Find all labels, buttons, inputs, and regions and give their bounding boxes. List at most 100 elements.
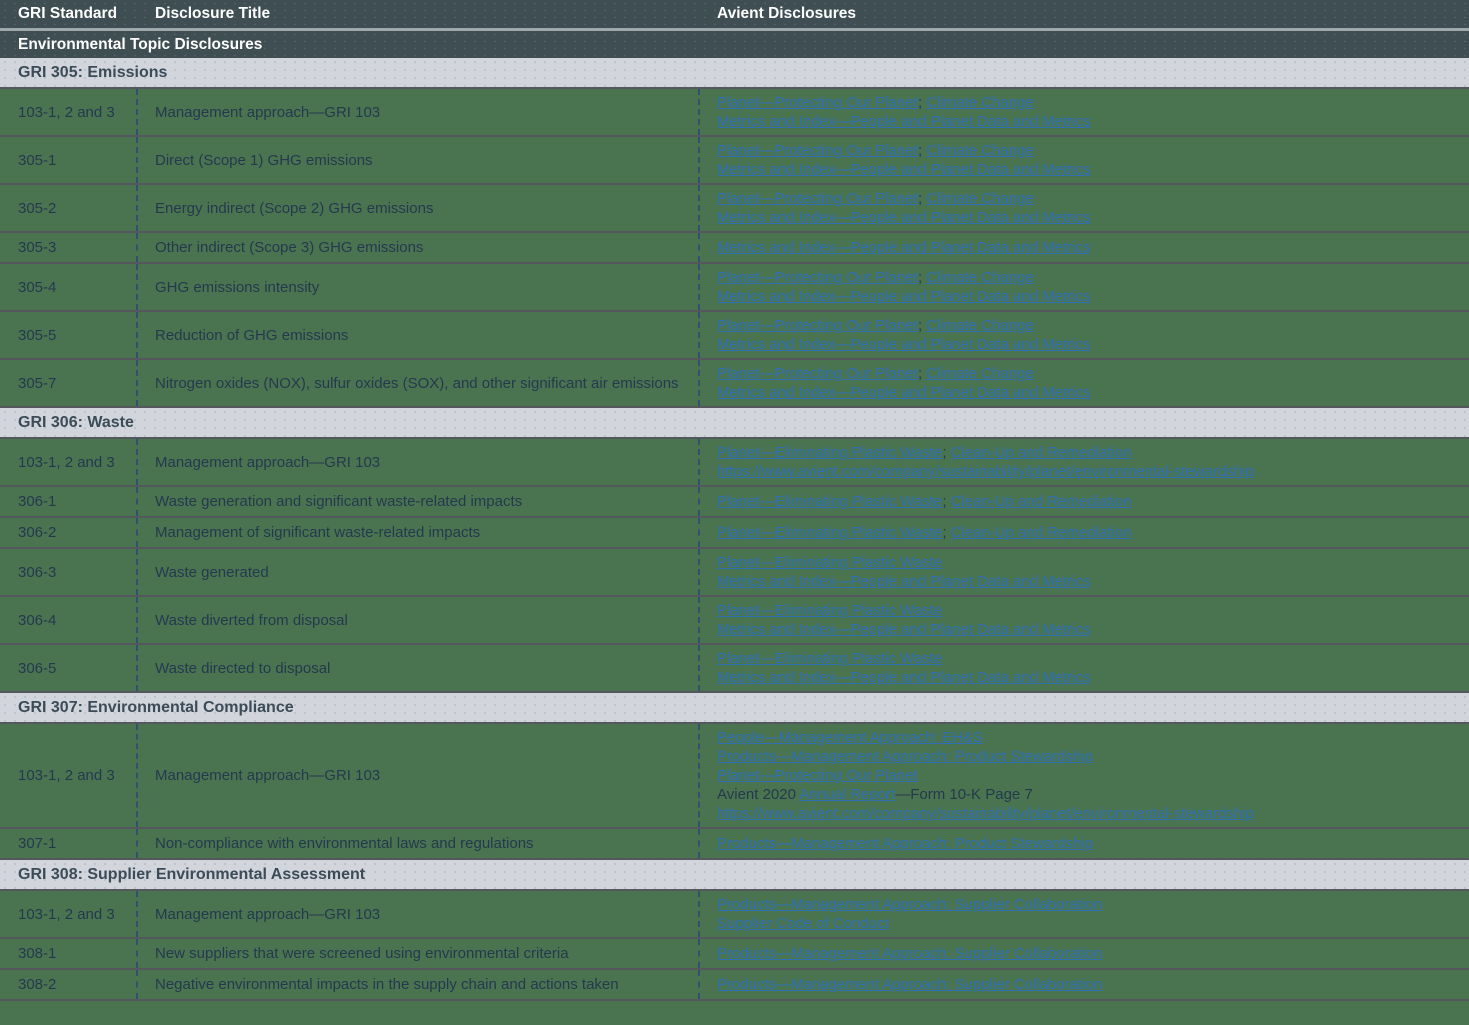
- gri-standard-value: 306-2: [18, 523, 126, 542]
- disclosure-line: Products—Management Approach: Supplier C…: [717, 895, 1459, 914]
- table-row: 305-7Nitrogen oxides (NOX), sulfur oxide…: [0, 360, 1469, 408]
- disclosure-link[interactable]: Planet—Protecting Our Planet: [717, 269, 918, 286]
- disclosure-line: Products—Management Approach: Supplier C…: [717, 975, 1459, 994]
- disclosure-link[interactable]: Climate Change: [926, 142, 1034, 159]
- disclosure-link[interactable]: Products—Management Approach: Supplier C…: [717, 896, 1102, 913]
- disclosure-line: People—Management Approach: EH&S: [717, 728, 1459, 747]
- disclosure-link[interactable]: Metrics and Index—People and Planet Data…: [717, 336, 1091, 353]
- disclosure-link[interactable]: Supplier Code of Conduct: [717, 915, 889, 932]
- gri-standard-value: 306-1: [18, 492, 126, 511]
- disclosure-link[interactable]: Planet—Protecting Our Planet: [717, 767, 918, 784]
- avient-disclosures-cell: Products—Management Approach: Product St…: [700, 829, 1469, 858]
- disclosure-title-cell: Management approach—GRI 103: [138, 439, 700, 485]
- disclosure-link[interactable]: Climate Change: [926, 365, 1034, 382]
- gri-standard-cell: 103-1, 2 and 3: [0, 89, 138, 135]
- disclosure-link[interactable]: Climate Change: [926, 269, 1034, 286]
- disclosure-link[interactable]: Metrics and Index—People and Planet Data…: [717, 113, 1091, 130]
- gri-standard-cell: 306-2: [0, 518, 138, 547]
- disclosure-link[interactable]: Planet—Eliminating Plastic Waste: [717, 602, 942, 619]
- disclosure-link[interactable]: Climate Change: [926, 94, 1034, 111]
- disclosure-link[interactable]: Climate Change: [926, 317, 1034, 334]
- disclosure-line: Metrics and Index—People and Planet Data…: [717, 208, 1459, 227]
- disclosure-link[interactable]: Planet—Eliminating Plastic Waste: [717, 650, 942, 667]
- disclosure-link[interactable]: Metrics and Index—People and Planet Data…: [717, 621, 1091, 638]
- disclosure-link[interactable]: Annual Report: [799, 786, 895, 803]
- disclosure-text: ;: [942, 493, 950, 510]
- avient-disclosures-cell: Planet—Eliminating Plastic Waste; Clean-…: [700, 518, 1469, 547]
- disclosure-link[interactable]: Planet—Protecting Our Planet: [717, 142, 918, 159]
- disclosure-link[interactable]: Planet—Protecting Our Planet: [717, 365, 918, 382]
- disclosure-line: Metrics and Index—People and Planet Data…: [717, 383, 1459, 402]
- disclosure-link[interactable]: Clean-Up and Remediation: [951, 444, 1132, 461]
- disclosure-link[interactable]: Planet—Eliminating Plastic Waste: [717, 554, 942, 571]
- avient-disclosures-cell: Planet—Eliminating Plastic Waste Metrics …: [700, 549, 1469, 595]
- disclosure-link[interactable]: Products—Management Approach: Product St…: [717, 835, 1093, 852]
- disclosure-link[interactable]: Products—Management Approach: Supplier C…: [717, 976, 1102, 993]
- disclosure-title-cell: Waste generated: [138, 549, 700, 595]
- disclosure-link[interactable]: Products—Management Approach: Product St…: [717, 748, 1093, 765]
- disclosure-link[interactable]: People—Management Approach: EH&S: [717, 729, 983, 746]
- disclosure-line: Metrics and Index—People and Planet Data…: [717, 287, 1459, 306]
- section-header-label: GRI 308: Supplier Environmental Assessme…: [18, 866, 365, 884]
- table-row: 103-1, 2 and 3 Management approach—GRI 10…: [0, 439, 1469, 487]
- avient-disclosures-cell: Products—Management Approach: Supplier C…: [700, 939, 1469, 968]
- disclosure-link[interactable]: Planet—Eliminating Plastic Waste: [717, 444, 942, 461]
- category-row-environmental-topic-disclosures: Environmental Topic Disclosures: [0, 31, 1469, 58]
- avient-disclosures-cell: Planet—Protecting Our Planet; Climate Ch…: [700, 312, 1469, 358]
- disclosure-line: Metrics and Index—People and Planet Data…: [717, 335, 1459, 354]
- disclosure-title-cell: Waste generation and significant waste-r…: [138, 487, 700, 516]
- gri-standard-value: 103-1, 2 and 3: [18, 453, 126, 472]
- disclosure-line: Planet—Eliminating Plastic Waste; Clean-…: [717, 523, 1459, 542]
- table-row: 103-1, 2 and 3 Management approach—GRI 10…: [0, 89, 1469, 137]
- gri-standard-cell: 103-1, 2 and 3: [0, 891, 138, 937]
- disclosure-title-cell: Management approach—GRI 103: [138, 891, 700, 937]
- gri-index-page: GRI Standard Disclosure Title Avient Dis…: [0, 0, 1469, 1025]
- gri-standard-cell: 306-3: [0, 549, 138, 595]
- gri-standard-value: 103-1, 2 and 3: [18, 766, 126, 785]
- disclosure-link[interactable]: Clean-Up and Remediation: [951, 493, 1132, 510]
- avient-disclosures-cell: Planet—Eliminating Plastic Waste Metrics …: [700, 645, 1469, 691]
- gri-standard-cell: 306-5: [0, 645, 138, 691]
- section-header-label: GRI 307: Environmental Compliance: [18, 699, 294, 717]
- disclosure-link[interactable]: Clean-Up and Remediation: [951, 524, 1132, 541]
- disclosure-link[interactable]: Planet—Protecting Our Planet: [717, 94, 918, 111]
- disclosure-line: Planet—Protecting Our Planet; Climate Ch…: [717, 93, 1459, 112]
- disclosure-link[interactable]: Metrics and Index—People and Planet Data…: [717, 573, 1091, 590]
- disclosure-title-cell: Other indirect (Scope 3) GHG emissions: [138, 233, 700, 262]
- disclosure-title-value: Energy indirect (Scope 2) GHG emissions: [155, 199, 688, 218]
- gri-standard-value: 305-3: [18, 238, 126, 257]
- disclosure-link[interactable]: Metrics and Index—People and Planet Data…: [717, 669, 1091, 686]
- disclosure-link[interactable]: Planet—Eliminating Plastic Waste: [717, 493, 942, 510]
- disclosure-line: Planet—Protecting Our Planet; Climate Ch…: [717, 316, 1459, 335]
- disclosure-text: ;: [942, 444, 950, 461]
- disclosure-link[interactable]: Planet—Protecting Our Planet: [717, 317, 918, 334]
- disclosure-title-cell: Energy indirect (Scope 2) GHG emissions: [138, 185, 700, 231]
- gri-standard-value: 306-3: [18, 563, 126, 582]
- disclosure-title-value: Waste generated: [155, 563, 688, 582]
- disclosure-link[interactable]: Metrics and Index—People and Planet Data…: [717, 384, 1091, 401]
- gri-standard-cell: 305-3: [0, 233, 138, 262]
- disclosure-title-cell: Negative environmental impacts in the su…: [138, 970, 700, 999]
- disclosure-line: Planet—Eliminating Plastic Waste: [717, 649, 1459, 668]
- disclosure-title-cell: Direct (Scope 1) GHG emissions: [138, 137, 700, 183]
- disclosure-link[interactable]: Products—Management Approach: Supplier C…: [717, 945, 1102, 962]
- disclosure-line: Products—Management Approach: Product St…: [717, 834, 1459, 853]
- disclosure-link[interactable]: Planet—Eliminating Plastic Waste: [717, 524, 942, 541]
- disclosure-line: Planet—Protecting Our Planet; Climate Ch…: [717, 364, 1459, 383]
- disclosure-link[interactable]: Planet—Protecting Our Planet: [717, 190, 918, 207]
- disclosure-link[interactable]: Metrics and Index—People and Planet Data…: [717, 209, 1091, 226]
- table-row: 306-5Waste directed to disposalPlanet—El…: [0, 645, 1469, 693]
- disclosure-link[interactable]: https://www.avient.com/company/sustainab…: [717, 805, 1254, 822]
- avient-disclosures-cell: Products—Management Approach: Supplier C…: [700, 891, 1469, 937]
- disclosure-link[interactable]: Climate Change: [926, 190, 1034, 207]
- disclosure-line: https://www.avient.com/company/sustainab…: [717, 804, 1459, 823]
- disclosure-line: Metrics and Index—People and Planet Data…: [717, 620, 1459, 639]
- disclosure-title-value: Management approach—GRI 103: [155, 766, 688, 785]
- disclosure-title-value: Management approach—GRI 103: [155, 103, 688, 122]
- disclosure-link[interactable]: https://www.avient.com/company/sustainab…: [717, 463, 1254, 480]
- disclosure-link[interactable]: Metrics and Index—People and Planet Data…: [717, 288, 1091, 305]
- disclosure-link[interactable]: Metrics and Index—People and Planet Data…: [717, 239, 1091, 256]
- disclosure-link[interactable]: Metrics and Index—People and Planet Data…: [717, 161, 1091, 178]
- disclosure-title-cell: Non-compliance with environmental laws a…: [138, 829, 700, 858]
- avient-disclosures-cell: Planet—Protecting Our Planet; Climate Ch…: [700, 360, 1469, 406]
